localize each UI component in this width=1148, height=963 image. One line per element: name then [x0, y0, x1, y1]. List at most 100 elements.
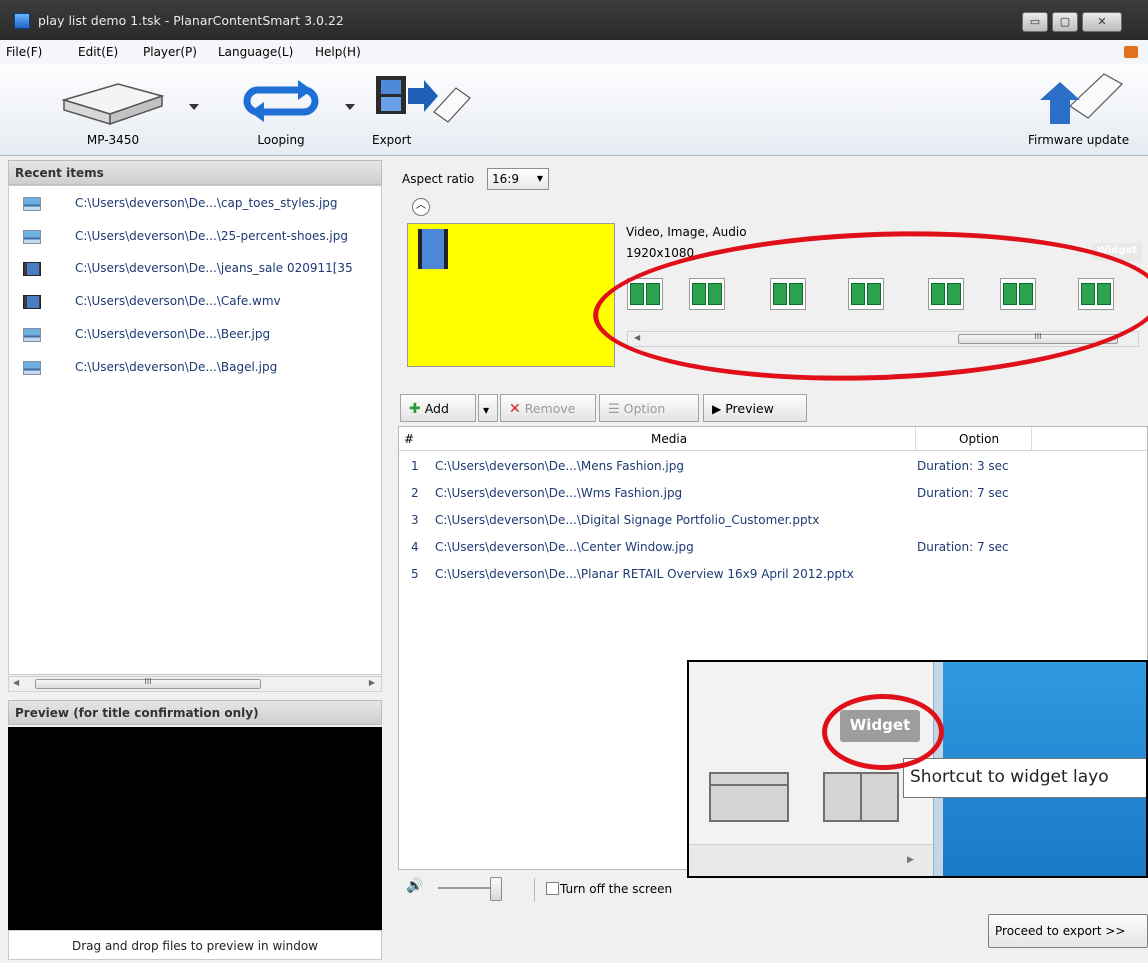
minimize-button[interactable]: ▭	[1022, 12, 1048, 32]
looping-dropdown-arrow[interactable]	[345, 104, 355, 110]
maximize-button[interactable]: ▢	[1052, 12, 1078, 32]
annotation-ring-widget	[822, 694, 944, 770]
aspect-ratio-select[interactable]: 16:9 ▼	[487, 168, 549, 190]
plus-icon: ✚	[409, 401, 421, 417]
row-media: C:\Users\deverson\De...\Planar RETAIL Ov…	[435, 567, 854, 581]
column-divider	[915, 427, 916, 451]
close-button[interactable]: ✕	[1082, 12, 1122, 32]
table-row[interactable]: 1 C:\Users\deverson\De...\Mens Fashion.j…	[399, 454, 1147, 481]
export-button[interactable]: Export	[372, 68, 472, 154]
speaker-icon: 🔊	[406, 878, 424, 894]
play-icon: ▶	[712, 402, 722, 416]
recent-item[interactable]: C:\Users\deverson\De...\cap_toes_styles.…	[23, 196, 381, 216]
recent-item[interactable]: C:\Users\deverson\De...\25-percent-shoes…	[23, 229, 381, 249]
media-table-header: # Media Option	[399, 427, 1147, 451]
player-device-label: MP-3450	[86, 133, 140, 147]
option-label: Option	[623, 401, 666, 416]
scrollbar-thumb[interactable]	[35, 679, 261, 689]
remove-icon: ✕	[509, 401, 521, 417]
application-window: play list demo 1.tsk - PlanarContentSmar…	[0, 0, 1148, 963]
table-row[interactable]: 5 C:\Users\deverson\De...\Planar RETAIL …	[399, 562, 1147, 589]
main-toolbar: MP-3450 Looping Export Firmware update	[0, 64, 1148, 156]
layout-media-types: Video, Image, Audio	[626, 225, 747, 239]
row-media: C:\Users\deverson\De...\Mens Fashion.jpg	[435, 459, 684, 473]
preview-label: Preview	[725, 401, 774, 416]
scroll-left-arrow[interactable]: ◀	[13, 678, 19, 687]
add-button[interactable]: ✚ Add	[400, 394, 476, 422]
recent-items-header: Recent items	[8, 160, 382, 185]
firmware-update-label: Firmware update	[1028, 133, 1130, 147]
separator	[534, 878, 535, 902]
row-media: C:\Users\deverson\De...\Center Window.jp…	[435, 540, 694, 554]
app-icon	[14, 13, 30, 29]
row-number: 5	[411, 567, 419, 581]
add-label: Add	[424, 401, 449, 416]
recent-item-path: C:\Users\deverson\De...\Bagel.jpg	[75, 360, 278, 374]
remove-label: Remove	[524, 401, 576, 416]
menu-edit[interactable]: Edit(E)	[78, 45, 118, 59]
video-file-icon	[23, 294, 41, 309]
menu-file[interactable]: File(F)	[6, 45, 42, 59]
add-dropdown-button[interactable]: ▼	[478, 394, 498, 422]
inset-layout-split	[823, 772, 899, 822]
recent-item[interactable]: C:\Users\deverson\De...\Bagel.jpg	[23, 360, 381, 380]
menu-player[interactable]: Player(P)	[143, 45, 197, 59]
option-button[interactable]: ☰ Option	[599, 394, 699, 422]
looping-button[interactable]: Looping	[236, 68, 326, 154]
row-number: 1	[411, 459, 419, 473]
recent-item-path: C:\Users\deverson\De...\cap_toes_styles.…	[75, 196, 338, 210]
turn-off-screen-label: Turn off the screen	[560, 882, 673, 896]
volume-slider-thumb[interactable]	[490, 877, 502, 901]
row-number: 2	[411, 486, 419, 500]
recent-items-scrollbar[interactable]: ◀ ▶	[8, 676, 382, 692]
recent-item[interactable]: C:\Users\deverson\De...\Beer.jpg	[23, 327, 381, 347]
recent-item[interactable]: C:\Users\deverson\De...\Cafe.wmv	[23, 294, 381, 314]
scroll-right-arrow: ▶	[907, 855, 914, 865]
table-row[interactable]: 4 C:\Users\deverson\De...\Center Window.…	[399, 535, 1147, 562]
player-device-button[interactable]: MP-3450	[58, 68, 168, 154]
window-title: play list demo 1.tsk - PlanarContentSmar…	[38, 13, 344, 28]
recent-item-path: C:\Users\deverson\De...\Beer.jpg	[75, 327, 271, 341]
turn-off-screen-checkbox[interactable]	[546, 882, 559, 895]
image-file-icon	[23, 327, 41, 342]
inset-layout-single	[709, 772, 789, 822]
row-media: C:\Users\deverson\De...\Digital Signage …	[435, 513, 820, 527]
collapse-up-button[interactable]: ︿	[412, 198, 430, 216]
zoom-inset: Widget ▶ Shortcut to widget layo	[687, 660, 1148, 878]
left-panel: Recent items C:\Users\deverson\De...\cap…	[8, 160, 382, 960]
aspect-ratio-value: 16:9	[492, 172, 519, 186]
recent-item-path: C:\Users\deverson\De...\jeans_sale 02091…	[75, 261, 353, 275]
recent-items-list[interactable]: C:\Users\deverson\De...\cap_toes_styles.…	[8, 185, 382, 675]
row-media: C:\Users\deverson\De...\Wms Fashion.jpg	[435, 486, 683, 500]
help-window-icon[interactable]	[1124, 46, 1138, 58]
looping-label: Looping	[257, 133, 305, 147]
aspect-ratio-label: Aspect ratio	[402, 172, 475, 186]
remove-button[interactable]: ✕ Remove	[500, 394, 596, 422]
export-icon	[376, 76, 471, 123]
column-number: #	[404, 432, 415, 446]
preview-header: Preview (for title confirmation only)	[8, 700, 382, 725]
table-row[interactable]: 3 C:\Users\deverson\De...\Digital Signag…	[399, 508, 1147, 535]
preview-button[interactable]: ▶ Preview	[703, 394, 807, 422]
volume-slider-track[interactable]	[438, 887, 498, 889]
selected-layout-thumbnail[interactable]	[407, 223, 615, 367]
recent-item[interactable]: C:\Users\deverson\De...\jeans_sale 02091…	[23, 261, 381, 281]
firmware-update-button[interactable]: Firmware update	[1016, 68, 1148, 154]
scroll-right-arrow[interactable]: ▶	[369, 678, 375, 687]
proceed-to-export-button[interactable]: Proceed to export >>	[988, 914, 1148, 948]
preview-window[interactable]	[8, 727, 382, 930]
option-list-icon: ☰	[608, 402, 620, 417]
table-row[interactable]: 2 C:\Users\deverson\De...\Wms Fashion.jp…	[399, 481, 1147, 508]
player-dropdown-arrow[interactable]	[189, 104, 199, 110]
row-number: 4	[411, 540, 419, 554]
menu-language[interactable]: Language(L)	[218, 45, 293, 59]
widget-shortcut-tooltip: Shortcut to widget layo	[903, 758, 1146, 798]
menu-help[interactable]: Help(H)	[315, 45, 361, 59]
image-file-icon	[23, 196, 41, 211]
player-device-icon	[61, 83, 165, 126]
inset-layout-bar	[711, 784, 787, 786]
title-bar: play list demo 1.tsk - PlanarContentSmar…	[0, 0, 1148, 40]
column-option: Option	[959, 432, 1000, 446]
inset-scrollbar: ▶	[689, 844, 933, 876]
row-option: Duration: 3 sec	[917, 459, 1009, 473]
